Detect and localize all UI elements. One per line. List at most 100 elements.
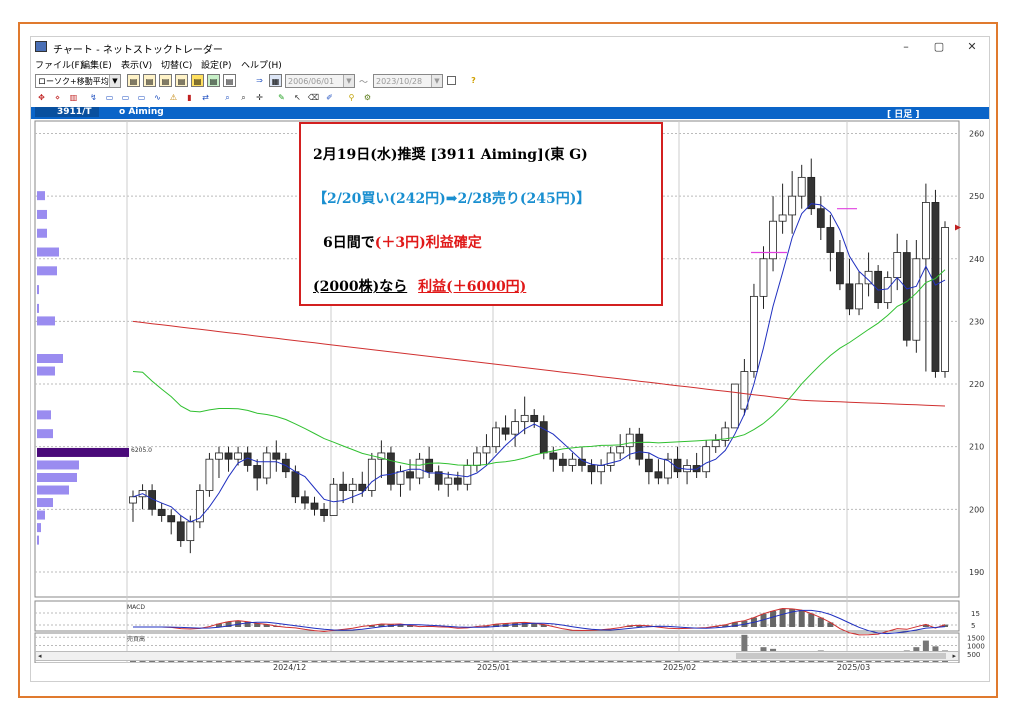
volume-profile-bar (37, 209, 47, 219)
pointer-icon[interactable]: ↖ (291, 91, 304, 104)
chart-tool-icon[interactable]: ▤ (143, 74, 156, 87)
candle-body (348, 483, 357, 491)
candle-body (387, 452, 395, 485)
settings-icon[interactable]: ⚙ (361, 91, 374, 104)
chart-tool-icon[interactable]: ▤ (223, 74, 236, 87)
eraser-icon[interactable]: ⌫ (307, 91, 320, 104)
help-icon[interactable]: ? (467, 74, 480, 87)
menu-switch[interactable]: 切替(C) (161, 58, 192, 71)
candle-body (396, 471, 405, 485)
candle-body (788, 195, 797, 216)
candle-body (157, 508, 166, 516)
bar-icon[interactable]: ▥ (67, 91, 80, 104)
candle-body (167, 515, 176, 523)
chart-tool-icon[interactable]: ▤ (191, 74, 204, 87)
volume-profile-bar (37, 535, 39, 545)
toolbar-main: ローソク+移動平均 ▼ ▤ ▤ ▤ ▤ ▤ ▤ ▤ ⇒ ▦ 2006/06/01… (31, 72, 989, 90)
chart-tool-icon[interactable]: ▤ (175, 74, 188, 87)
search-icon[interactable]: ⚲ (345, 91, 358, 104)
candle-body (215, 452, 223, 460)
window-title: チャート - ネットストックトレーダー (53, 45, 223, 56)
note-trade: 【2/20買い(242円)➡2/28売り(245円)】 (313, 191, 591, 207)
chevron-down-icon: ▼ (343, 75, 354, 87)
volume-tick-label: 1000 (967, 643, 985, 651)
symbol-name: o Aiming (119, 107, 164, 117)
minimize-button[interactable]: – (891, 39, 921, 55)
candle-body (587, 465, 596, 473)
menu-file[interactable]: ファイル(F) (35, 58, 83, 71)
cursor-cross-icon[interactable]: ✛ (253, 91, 266, 104)
scroll-right-icon[interactable]: ▸ (952, 652, 956, 660)
chart-tool-icon[interactable]: ▤ (159, 74, 172, 87)
candle-body (195, 490, 204, 523)
candle-body (558, 458, 567, 466)
candle-body (912, 258, 921, 341)
volume-profile-bar (37, 366, 55, 376)
note-profit: (2000株)なら 利益(＋6000円) (313, 276, 526, 296)
chart-tool-icon[interactable]: ▤ (207, 74, 220, 87)
candle-body (635, 433, 644, 460)
magnify-icon[interactable]: ⌕ (237, 91, 250, 104)
text-tool-icon[interactable]: ✐ (323, 91, 336, 104)
candle-icon[interactable]: ▮ (183, 91, 196, 104)
horizontal-scrollbar[interactable]: ◂ ▸ (35, 651, 959, 661)
volume-profile-bar (37, 191, 45, 201)
chart-app-icon (35, 41, 47, 52)
note-gain: (＋3円)利益確定 (374, 235, 482, 251)
date-checkbox[interactable] (447, 76, 456, 85)
candle-body (272, 452, 281, 460)
candle-body (711, 440, 720, 448)
warning-icon[interactable]: ⚠ (167, 91, 180, 104)
pen-icon[interactable]: ✎ (275, 91, 288, 104)
maximize-button[interactable]: ▢ (924, 39, 954, 55)
rsi-tool-icon[interactable]: ▭ (135, 91, 148, 104)
chart-tool-icon[interactable]: ▤ (127, 74, 140, 87)
menu-bar: ファイル(F) 編集(E) 表示(V) 切替(C) 設定(P) ヘルプ(H) (31, 57, 989, 71)
menu-help[interactable]: ヘルプ(H) (241, 58, 282, 71)
chart-type-value: ローソク+移動平均 (38, 77, 109, 86)
zoom-icon[interactable]: ⌕ (221, 91, 234, 104)
volume-profile-marker: 6205.0 (131, 447, 152, 454)
candle-body (855, 283, 863, 310)
macd-label: MACD (127, 604, 145, 611)
bb-tool-icon[interactable]: ▭ (119, 91, 132, 104)
scroll-left-icon[interactable]: ◂ (38, 652, 42, 660)
candle-body (262, 452, 271, 479)
date-label: 2025/01 (477, 663, 511, 672)
volume-label: 売買高 (127, 635, 145, 643)
period-arrow-icon[interactable]: ⇒ (253, 74, 266, 87)
chart-type-select[interactable]: ローソク+移動平均 ▼ (35, 74, 121, 88)
ma-tool-icon[interactable]: ▭ (103, 91, 116, 104)
candle-body (893, 252, 902, 278)
end-date-field[interactable]: 2023/10/28 ▼ (373, 74, 443, 88)
crosshair-icon[interactable]: ✥ (35, 91, 48, 104)
candle-body (310, 502, 319, 510)
scrollbar-thumb[interactable] (736, 653, 946, 659)
calendar-icon[interactable]: ▦ (269, 74, 282, 87)
close-button[interactable]: ✕ (957, 39, 987, 55)
price-tick-label: 200 (969, 505, 984, 514)
price-tick-label: 190 (969, 568, 984, 577)
menu-settings[interactable]: 設定(P) (201, 58, 231, 71)
start-date-field[interactable]: 2006/06/01 ▼ (285, 74, 355, 88)
candle-body (549, 452, 558, 460)
candle-body (205, 458, 214, 491)
candle-body (644, 458, 653, 473)
trend-tool-icon[interactable]: ↯ (87, 91, 100, 104)
volume-profile-bar (37, 485, 69, 495)
candle-body (931, 202, 940, 372)
marker-icon[interactable]: ⋄ (51, 91, 64, 104)
volume-profile-bar (37, 429, 53, 439)
menu-edit[interactable]: 編集(E) (81, 58, 112, 71)
candle-body (654, 471, 663, 479)
compare-icon[interactable]: ⇄ (199, 91, 212, 104)
volume-profile-bar (37, 316, 55, 326)
macd-histogram-bar (827, 622, 834, 627)
price-tick-label: 240 (969, 255, 984, 264)
macd-tick-label: 15 (971, 610, 980, 618)
menu-view[interactable]: 表示(V) (121, 58, 152, 71)
wave-icon[interactable]: ∿ (151, 91, 164, 104)
candle-body (176, 521, 185, 542)
candle-body (836, 252, 844, 285)
volume-profile-bar (37, 447, 129, 457)
